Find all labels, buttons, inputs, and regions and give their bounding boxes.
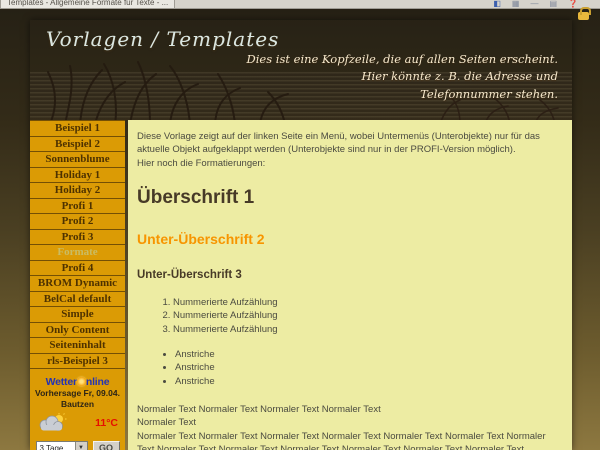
heading-3: Unter-Überschrift 3 xyxy=(137,267,562,283)
numbered-list-item: Nummerierte Aufzählung xyxy=(173,323,562,336)
go-button[interactable]: GO xyxy=(93,441,120,450)
sidebar-item-beispiel-1[interactable]: Beispiel 1 xyxy=(30,121,125,137)
site-page: Vorlagen / Templates Dies ist eine Kopfz… xyxy=(30,20,572,450)
forecast-range-select[interactable]: 3 Tage ▼ xyxy=(36,441,88,450)
sidebar-item-formate[interactable]: Formate xyxy=(30,245,125,261)
sidebar-item-brom-dynamic[interactable]: BROM Dynamic xyxy=(30,276,125,292)
browser-toolbar: Templates - Allgemeine Formate für Texte… xyxy=(0,0,600,9)
sidebar-item-profi-4[interactable]: Profi 4 xyxy=(30,261,125,277)
sun-icon xyxy=(77,377,86,386)
forecast-city: Bautzen xyxy=(30,399,125,410)
chevron-down-icon[interactable]: ▼ xyxy=(75,442,87,450)
sidebar-item-beispiel-2[interactable]: Beispiel 2 xyxy=(30,137,125,153)
sidebar-menu: Beispiel 1 Beispiel 2 Sonnenblume Holida… xyxy=(30,120,125,450)
sidebar-item-belcal-default[interactable]: BelCal default xyxy=(30,292,125,308)
wetteronline-logo[interactable]: Wetter nline xyxy=(30,376,125,388)
numbered-list-item: Nummerierte Aufzählung xyxy=(173,296,562,309)
main-content: Diese Vorlage zeigt auf der linken Seite… xyxy=(128,120,572,450)
heading-2: Unter-Überschrift 2 xyxy=(137,230,562,250)
numbered-list: Nummerierte Aufzählung Nummerierte Aufzä… xyxy=(137,296,562,336)
minimize-icon[interactable]: — xyxy=(530,0,538,8)
normal-text-line: Normaler Text Normaler Text Normaler Tex… xyxy=(137,403,562,416)
bullet-list-item: Anstriche xyxy=(175,348,562,361)
normal-text-paragraph: Normaler Text Normaler Text Normaler Tex… xyxy=(137,430,562,450)
sidebar-item-rls-beispiel-3[interactable]: rls-Beispiel 3 xyxy=(30,354,125,370)
intro-paragraph: Diese Vorlage zeigt auf der linken Seite… xyxy=(137,130,562,157)
sidebar-item-simple[interactable]: Simple xyxy=(30,307,125,323)
tagline-line: Telefonnummer stehen. xyxy=(247,86,558,104)
formats-label: Hier noch die Formatierungen: xyxy=(137,157,562,170)
screen: Templates - Allgemeine Formate für Texte… xyxy=(0,0,600,450)
bullet-list-item: Anstriche xyxy=(175,361,562,374)
site-title: Vorlagen / Templates xyxy=(46,27,279,51)
cloud-sun-icon xyxy=(35,413,69,433)
browser-tab[interactable]: Templates - Allgemeine Formate für Texte… xyxy=(0,0,175,9)
tagline-line: Dies ist eine Kopfzeile, die auf allen S… xyxy=(247,51,558,69)
browser-tab-title: Templates - Allgemeine Formate für Texte… xyxy=(7,0,168,7)
numbered-list-item: Nummerierte Aufzählung xyxy=(173,309,562,322)
brand-text-online: nline xyxy=(86,376,110,388)
header-tagline: Dies ist eine Kopfzeile, die auf allen S… xyxy=(247,51,558,104)
page-background: Vorlagen / Templates Dies ist eine Kopfz… xyxy=(0,9,600,450)
normal-text-block: Normaler Text Normaler Text Normaler Tex… xyxy=(137,403,562,430)
list-icon[interactable]: ▤ xyxy=(549,0,557,8)
bullet-list: Anstriche Anstriche Anstriche xyxy=(137,348,562,388)
bullet-list-item: Anstriche xyxy=(175,375,562,388)
site-header: Vorlagen / Templates Dies ist eine Kopfz… xyxy=(30,20,572,120)
page-body: Beispiel 1 Beispiel 2 Sonnenblume Holida… xyxy=(30,120,572,450)
select-value: 3 Tage xyxy=(37,442,75,450)
sidebar-item-profi-3[interactable]: Profi 3 xyxy=(30,230,125,246)
sidebar-item-only-content[interactable]: Only Content xyxy=(30,323,125,339)
grid-icon[interactable]: ▦ xyxy=(512,0,520,8)
sidebar-item-profi-2[interactable]: Profi 2 xyxy=(30,214,125,230)
forecast-date: Vorhersage Fr, 09.04. xyxy=(30,388,125,399)
temperature-value: 11°C xyxy=(95,417,118,429)
tagline-line: Hier könnte z. B. die Adresse und xyxy=(247,68,558,86)
sidebar-item-profi-1[interactable]: Profi 1 xyxy=(30,199,125,215)
sidebar-item-seiteninhalt[interactable]: Seiteninhalt xyxy=(30,338,125,354)
brand-text-wetter: Wetter xyxy=(46,376,77,388)
help-icon[interactable]: ❓ xyxy=(568,0,578,8)
sidebar-item-holiday-1[interactable]: Holiday 1 xyxy=(30,168,125,184)
normal-text-line: Normaler Text xyxy=(137,416,562,429)
weather-widget: Wetter nline Vorhersage Fr, 09.04. Bautze… xyxy=(30,369,125,450)
sidebar-item-holiday-2[interactable]: Holiday 2 xyxy=(30,183,125,199)
heading-1: Überschrift 1 xyxy=(137,185,562,212)
lock-icon[interactable] xyxy=(578,12,589,20)
sidebar-item-sonnenblume[interactable]: Sonnenblume xyxy=(30,152,125,168)
home-icon[interactable]: ◧ xyxy=(493,0,501,8)
